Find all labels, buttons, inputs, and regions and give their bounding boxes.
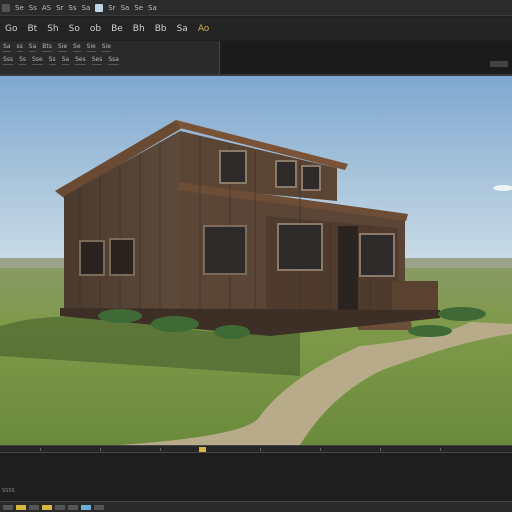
bottom-toolbar xyxy=(0,501,512,512)
panel-empty-area xyxy=(221,41,512,74)
tool-button-active[interactable]: Ao xyxy=(196,23,212,35)
timeline-tick xyxy=(260,448,261,451)
panel-row: Sss Ss Sse Ss Sa Ses Ses Ssa xyxy=(0,54,219,67)
window-icon[interactable] xyxy=(95,3,104,12)
menu-item[interactable]: Sr xyxy=(56,4,63,12)
timeline-tick xyxy=(40,448,41,451)
menu-item[interactable]: Se xyxy=(134,4,143,12)
panel-field[interactable]: Sss xyxy=(3,56,14,65)
menu-item[interactable]: Ss xyxy=(29,4,37,12)
panel-field[interactable]: Bts xyxy=(42,43,52,52)
panel-field[interactable]: Sa xyxy=(3,43,11,52)
panel-field[interactable]: Sie xyxy=(57,43,68,52)
tool-button[interactable]: ob xyxy=(88,23,103,35)
bottom-button[interactable] xyxy=(3,504,13,510)
panel-field[interactable]: Ses xyxy=(75,56,86,65)
panel-field[interactable]: Sa xyxy=(28,43,37,52)
menu-item[interactable]: Se xyxy=(15,4,24,12)
timeline-playhead[interactable] xyxy=(199,447,206,452)
3d-viewport[interactable] xyxy=(0,76,512,445)
panel-field[interactable]: Ss xyxy=(19,56,26,65)
menu-bar: Se Ss AS Sr Ss Sa Sr Sa Se Sa xyxy=(0,0,512,16)
bottom-button[interactable] xyxy=(94,504,104,510)
tool-button[interactable]: So xyxy=(67,23,82,35)
status-label: SSSS xyxy=(2,488,15,494)
viewport-render xyxy=(0,76,512,445)
status-panel: SSSS xyxy=(0,453,512,501)
panel-field[interactable]: Ss xyxy=(48,56,56,65)
tool-button[interactable]: Sa xyxy=(175,23,190,35)
bottom-button[interactable] xyxy=(16,504,26,510)
panel-field[interactable]: Sie xyxy=(86,43,96,52)
bottom-button[interactable] xyxy=(29,504,39,510)
panel-field[interactable]: ss xyxy=(16,43,23,52)
tool-button[interactable]: Sh xyxy=(45,23,60,35)
panel-field[interactable]: Ses xyxy=(91,56,103,65)
properties-panel: Sa ss Sa Bts Sie Se Sie Sie Sss Ss Sse S… xyxy=(0,41,220,74)
timeline-tick xyxy=(380,448,381,451)
menu-item[interactable]: Sr xyxy=(108,4,115,12)
panel-field[interactable]: Sie xyxy=(101,43,111,52)
bottom-button[interactable] xyxy=(42,504,52,510)
tool-button[interactable]: Be xyxy=(109,23,125,35)
panel-row: Sa ss Sa Bts Sie Se Sie Sie xyxy=(0,41,219,54)
bottom-button[interactable] xyxy=(55,504,65,510)
timeline-tick xyxy=(100,448,101,451)
tool-button[interactable]: Go xyxy=(3,23,19,35)
toolbar: Go Bt Sh So ob Be Bh Bb Sa Ao xyxy=(0,17,512,40)
panel-field[interactable]: Se xyxy=(73,43,81,52)
tool-button[interactable]: Bt xyxy=(25,23,39,35)
panel-field[interactable]: Sa xyxy=(61,56,70,65)
timeline-tick xyxy=(160,448,161,451)
bottom-button[interactable] xyxy=(81,504,91,510)
tool-button[interactable]: Bh xyxy=(131,23,147,35)
panel-field[interactable]: Ssa xyxy=(108,56,119,65)
timeline[interactable] xyxy=(0,445,512,453)
app-icon[interactable] xyxy=(2,3,10,12)
menu-item[interactable]: Sa xyxy=(121,4,130,12)
panel-field[interactable]: Sse xyxy=(32,56,43,65)
menu-item[interactable]: Ss xyxy=(68,4,76,12)
timeline-tick xyxy=(320,448,321,451)
tool-button[interactable]: Bb xyxy=(153,23,169,35)
menu-item[interactable]: Sa xyxy=(82,4,91,12)
panel-control[interactable] xyxy=(490,61,508,67)
menu-item[interactable]: Sa xyxy=(148,4,157,12)
timeline-tick xyxy=(440,448,441,451)
bottom-button[interactable] xyxy=(68,504,78,510)
menu-item[interactable]: AS xyxy=(42,4,51,12)
